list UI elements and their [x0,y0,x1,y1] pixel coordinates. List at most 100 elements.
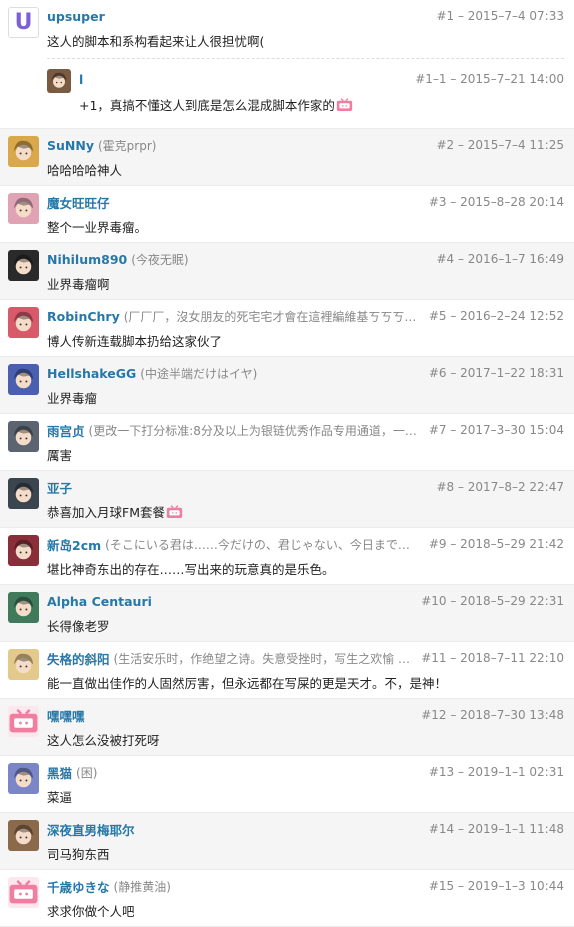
comment-post: 亚子 #8 – 2017–8–2 22:47 恭喜加入月球FM套餐 [0,471,574,528]
user-signature: (困) [76,765,98,780]
anime-avatar[interactable] [8,535,39,566]
post-body: 这人怎么没被打死呀 [47,730,564,749]
post-header: 雨宫贞 (更改一下打分标准:8分及以上为银链优秀作品专用通道，一 ...) #7 –… [47,421,564,440]
post-floor-timestamp[interactable]: #14 – 2019–1–1 11:48 [429,822,564,836]
anime-avatar[interactable] [47,69,71,93]
post-text: 长得像老罗 [47,619,110,634]
post-floor-timestamp[interactable]: #4 – 2016–1–7 16:49 [436,252,564,266]
post-body: 博人传新连载脚本扔给这家伙了 [47,331,564,350]
post-body: 恭喜加入月球FM套餐 [47,502,564,521]
post-header: SuNNy (霍克prpr) #2 – 2015–7–4 11:25 [47,137,564,153]
post-body: 司马狗东西 [47,844,564,863]
post-text: 恭喜加入月球FM套餐 [47,505,165,520]
post-floor-timestamp[interactable]: #2 – 2015–7–4 11:25 [436,138,564,152]
comment-post: HellshakeGG (中途半端だけはイヤ) #6 – 2017–1–22 18:… [0,357,574,414]
post-floor-timestamp[interactable]: #10 – 2018–5–29 22:31 [421,594,564,608]
username-link[interactable]: Nihilum890 [47,252,127,267]
user-signature: (霍克prpr) [97,138,157,153]
post-text: 业界毒瘤 [47,391,98,406]
user-signature: (生活安乐时，作绝望之诗。失意受挫时，写生之欢愉 ... ...) [113,651,414,666]
post-floor-timestamp[interactable]: #13 – 2019–1–1 02:31 [429,765,564,779]
post-header: upsuper #1 – 2015–7–4 07:33 [47,8,564,24]
comment-post: 嘿嘿嘿 #12 – 2018–7–30 13:48 这人怎么没被打死呀 [0,699,574,756]
user-signature: (静推黄油) [113,879,171,894]
post-body: 能一直做出佳作的人固然厉害，但永远都在写屎的更是天才。不，是神！ [47,673,564,692]
anime-avatar[interactable] [8,250,39,281]
post-text: 求求你做个人吧 [47,904,135,919]
bilibili-tv-emoji-icon [166,505,183,519]
post-header: 黑猫 (困) #13 – 2019–1–1 02:31 [47,763,564,782]
user-signature: (更改一下打分标准:8分及以上为银链优秀作品专用通道，一 ...) [88,423,419,438]
post-body: 菜逼 [47,787,564,806]
post-header: 魔女旺旺仔 #3 – 2015–8–28 20:14 [47,193,564,212]
anime-avatar[interactable] [8,478,39,509]
post-text: 这人怎么没被打死呀 [47,733,160,748]
comment-list: Uupsuper #1 – 2015–7–4 07:33 这人的脚本和系构看起来让人… [0,0,574,927]
post-text: 业界毒瘤啊 [47,277,110,292]
username-link[interactable]: upsuper [47,9,105,24]
post-floor-timestamp[interactable]: #11 – 2018–7–11 22:10 [421,651,564,665]
post-header: 新岛2cm (そこにいる君は……今だけの、君じゃない、今日までの ...) #9 –… [47,535,564,554]
username-link[interactable]: l [79,72,83,87]
username-link[interactable]: 亚子 [47,478,72,497]
post-body: 哈哈哈哈神人 [47,160,564,179]
post-floor-timestamp[interactable]: #9 – 2018–5–29 21:42 [429,537,564,551]
comment-post: 千歳ゆきな (静推黄油) #15 – 2019–1–3 10:44 求求你做个人吧 [0,870,574,927]
u-letter-avatar[interactable]: U [8,7,39,38]
post-body: 堪比神奇东出的存在……写出来的玩意真的是乐色。 [47,559,564,578]
username-link[interactable]: 千歳ゆきな [47,877,110,896]
post-body: +1，真搞不懂这人到底是怎么混成脚本作家的 [79,95,564,114]
username-link[interactable]: Alpha Centauri [47,594,152,609]
username-link[interactable]: 失格的斜阳 [47,649,110,668]
comment-post: Alpha Centauri #10 – 2018–5–29 22:31 长得像老罗 [0,585,574,642]
post-floor-timestamp[interactable]: #12 – 2018–7–30 13:48 [421,708,564,722]
anime-avatar[interactable] [8,763,39,794]
post-floor-timestamp[interactable]: #1 – 2015–7–4 07:33 [436,9,564,23]
username-link[interactable]: 嘿嘿嘿 [47,706,85,725]
post-body: 求求你做个人吧 [47,901,564,920]
username-link[interactable]: 新岛2cm [47,535,101,554]
post-floor-timestamp[interactable]: #15 – 2019–1–3 10:44 [429,879,564,893]
username-link[interactable]: SuNNy [47,138,94,153]
post-header: RobinChry (厂厂厂，沒女朋友的死宅宅才會在這裡編維基ㄎㄎㄎㄎㄎ ...)… [47,308,564,324]
post-floor-timestamp[interactable]: #5 – 2016–2–24 12:52 [429,309,564,323]
anime-avatar[interactable] [8,421,39,452]
post-floor-timestamp[interactable]: #6 – 2017–1–22 18:31 [429,366,564,380]
username-link[interactable]: HellshakeGG [47,366,136,381]
anime-avatar[interactable] [8,820,39,851]
post-body: 长得像老罗 [47,616,564,635]
anime-avatar[interactable] [8,136,39,167]
post-text: 司马狗东西 [47,847,110,862]
username-link[interactable]: 深夜直男梅耶尔 [47,820,135,839]
post-floor-timestamp[interactable]: #7 – 2017–3–30 15:04 [429,423,564,437]
comment-post: 深夜直男梅耶尔 #14 – 2019–1–1 11:48 司马狗东西 [0,813,574,870]
comment-post: Nihilum890 (今夜无眠) #4 – 2016–1–7 16:49 业界毒瘤啊 [0,243,574,300]
anime-avatar[interactable] [8,592,39,623]
post-text: 这人的脚本和系构看起来让人很担忧啊( [47,34,265,49]
comment-post: RobinChry (厂厂厂，沒女朋友的死宅宅才會在這裡編維基ㄎㄎㄎㄎㄎ ...)… [0,300,574,357]
post-floor-timestamp[interactable]: #1–1 – 2015–7–21 14:00 [415,72,564,86]
bilibili-tv-avatar[interactable] [8,706,39,737]
bilibili-tv-avatar[interactable] [8,877,39,908]
post-floor-timestamp[interactable]: #3 – 2015–8–28 20:14 [429,195,564,209]
comment-post: 新岛2cm (そこにいる君は……今だけの、君じゃない、今日までの ...) #9 –… [0,528,574,585]
comment-reply: l #1–1 – 2015–7–21 14:00 +1，真搞不懂这人到底是怎么混成脚… [47,58,564,121]
post-floor-timestamp[interactable]: #8 – 2017–8–2 22:47 [436,480,564,494]
username-link[interactable]: 雨宫贞 [47,421,85,440]
post-body: 厲害 [47,445,564,464]
anime-avatar[interactable] [8,649,39,680]
anime-avatar[interactable] [8,364,39,395]
post-text: +1，真搞不懂这人到底是怎么混成脚本作家的 [79,98,335,113]
comment-post: 魔女旺旺仔 #3 – 2015–8–28 20:14 整个一业界毒瘤。 [0,186,574,243]
username-link[interactable]: 魔女旺旺仔 [47,193,110,212]
comment-post: SuNNy (霍克prpr) #2 – 2015–7–4 11:25 哈哈哈哈神人 [0,129,574,186]
post-text: 能一直做出佳作的人固然厉害，但永远都在写屎的更是天才。不，是神！ [47,676,448,691]
username-link[interactable]: RobinChry [47,309,120,324]
user-signature: (厂厂厂，沒女朋友的死宅宅才會在這裡編維基ㄎㄎㄎㄎㄎ ...) [123,309,421,324]
post-header: 深夜直男梅耶尔 #14 – 2019–1–1 11:48 [47,820,564,839]
anime-avatar[interactable] [8,307,39,338]
username-link[interactable]: 黑猫 [47,763,72,782]
post-body: 业界毒瘤啊 [47,274,564,293]
anime-avatar[interactable] [8,193,39,224]
post-text: 菜逼 [47,790,73,805]
